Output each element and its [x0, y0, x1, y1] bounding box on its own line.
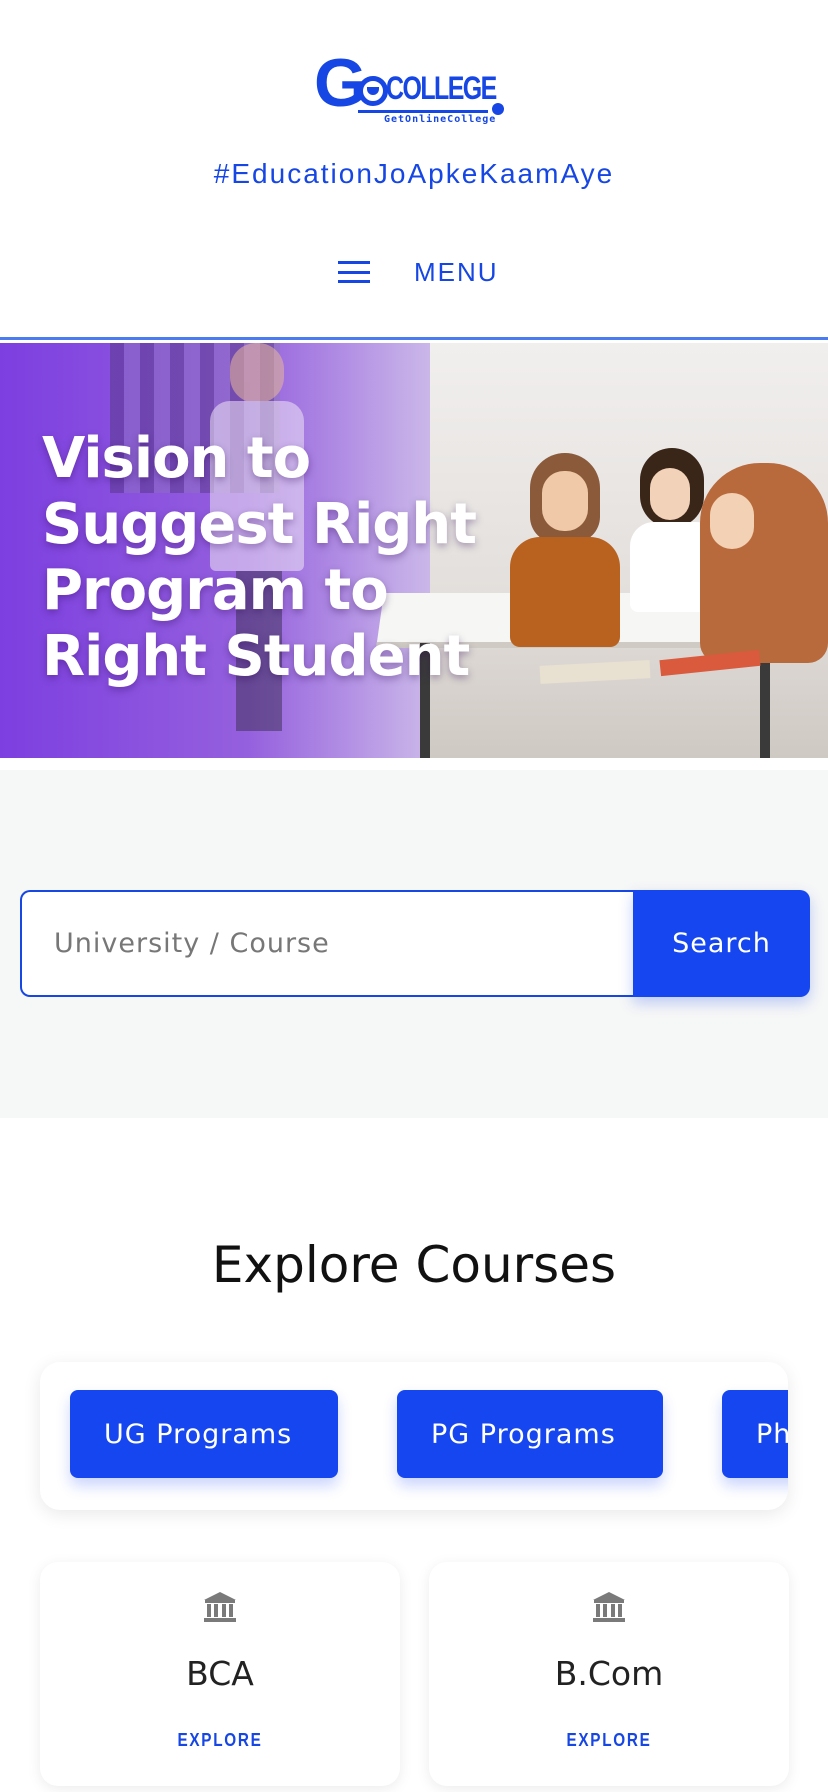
tagline: #EducationJoApkeKaamAye: [213, 158, 615, 189]
search-input[interactable]: [20, 890, 633, 997]
gocollege-logo[interactable]: G COLLEGE GetOnlineCollege: [314, 48, 514, 128]
explore-link[interactable]: EXPLORE: [456, 1730, 762, 1751]
course-card-bcom[interactable]: B.Com EXPLORE: [429, 1562, 789, 1786]
site-header: G COLLEGE GetOnlineCollege #EducationJoA…: [0, 0, 828, 340]
menu-toggle[interactable]: MENU: [338, 254, 499, 290]
bank-icon: [593, 1592, 625, 1622]
explore-courses-title: Explore Courses: [211, 1236, 617, 1294]
logo-badge-icon: [492, 103, 504, 115]
hero-banner: Vision to Suggest Right Program to Right…: [0, 343, 828, 758]
logo-underline: [358, 110, 488, 113]
tab-pg-programs[interactable]: PG Programs: [397, 1390, 663, 1478]
bank-icon: [204, 1592, 236, 1622]
search-button[interactable]: Search: [633, 890, 810, 997]
menu-label[interactable]: MENU: [414, 257, 499, 288]
hero-headline: Vision to Suggest Right Program to Right…: [42, 426, 477, 689]
logo-subtext: GetOnlineCollege: [384, 114, 497, 125]
logo-bulb-icon: [358, 76, 388, 106]
hero-photo-student: [510, 453, 620, 673]
hamburger-icon[interactable]: [338, 261, 370, 283]
course-name: BCA: [186, 1654, 254, 1693]
program-tabs: UG Programs PG Programs Ph: [40, 1362, 788, 1510]
course-name: B.Com: [554, 1654, 664, 1693]
tab-phd-programs[interactable]: Ph: [722, 1390, 788, 1478]
course-card-bca[interactable]: BCA EXPLORE: [40, 1562, 400, 1786]
tab-ug-programs[interactable]: UG Programs: [70, 1390, 338, 1478]
logo-college-text: COLLEGE: [386, 70, 497, 106]
logo-g-letter: G: [314, 45, 367, 121]
search-section: Search: [0, 770, 828, 1118]
explore-link[interactable]: EXPLORE: [67, 1730, 373, 1751]
